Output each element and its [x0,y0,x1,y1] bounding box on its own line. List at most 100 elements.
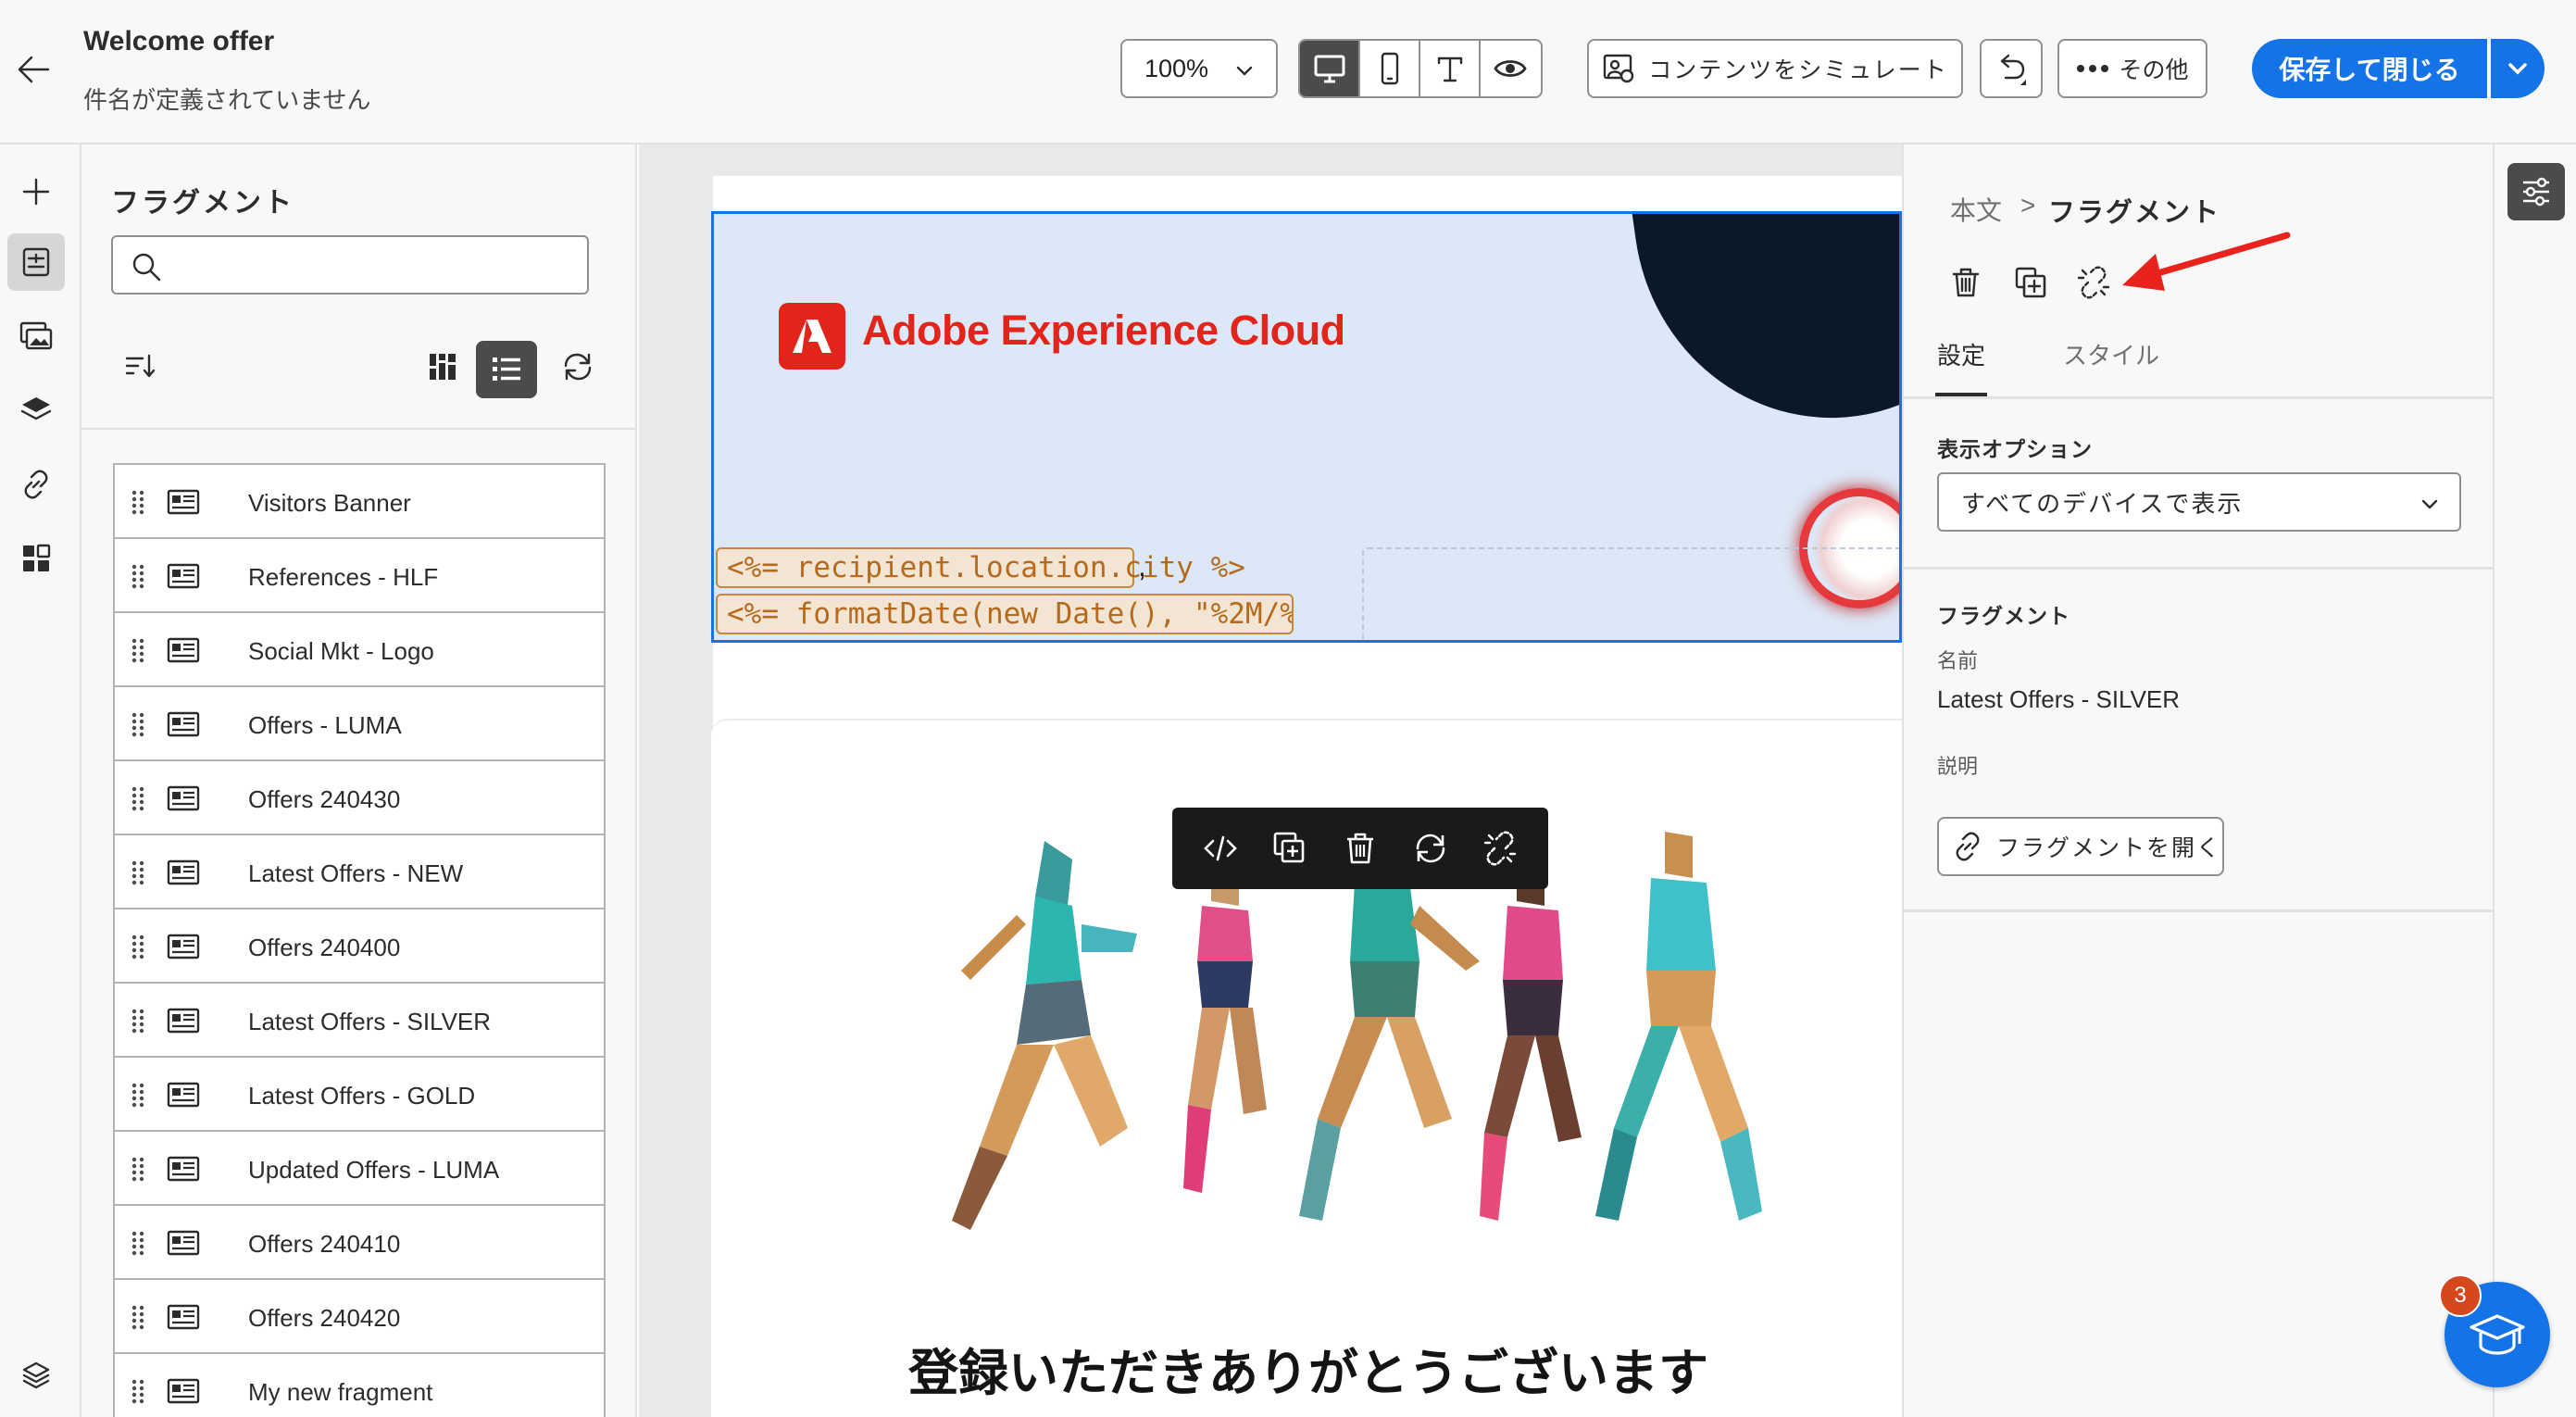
grid-view-button[interactable] [417,341,469,393]
text-view-button[interactable] [1420,41,1481,96]
fragment-icon [167,563,200,589]
drag-handle-icon[interactable] [131,785,144,811]
mobile-view-button[interactable] [1360,41,1420,96]
fragment-icon [167,1304,200,1330]
rail-bottom-button[interactable] [7,1347,65,1404]
runners-image [952,832,1762,1230]
drag-handle-icon[interactable] [131,637,144,663]
fragment-floating-toolbar [1172,808,1548,889]
preview-button[interactable] [1481,41,1541,96]
runner-5 [1595,832,1762,1221]
duplicate-icon[interactable] [1271,830,1308,867]
simulate-content-button[interactable]: コンテンツをシミュレート [1587,39,1963,98]
tab-settings[interactable]: 設定 [1937,337,1985,371]
page-title: Welcome offer [83,26,275,56]
unlink-fragment-button[interactable] [2070,259,2117,306]
save-options-button[interactable] [2491,39,2545,98]
fragment-list-item[interactable]: Updated Offers - LUMA [113,1130,606,1204]
drag-handle-icon[interactable] [131,563,144,589]
drag-handle-icon[interactable] [131,1230,144,1256]
fragments-panel-title: フラグメント [111,188,294,219]
display-options-select[interactable]: すべてのデバイスで表示 [1937,472,2461,532]
zoom-select[interactable]: 100% [1120,39,1278,98]
components-rail-button[interactable] [7,530,65,587]
drag-handle-icon[interactable] [131,1008,144,1034]
delete-icon[interactable] [1342,830,1379,867]
fragment-list-item[interactable]: Latest Offers - SILVER [113,982,606,1056]
top-header: Welcome offer 件名が定義されていません 100% コンテンツをシミ… [0,0,2576,144]
drag-handle-icon[interactable] [131,1378,144,1404]
fragment-list-item[interactable]: Offers - LUMA [113,685,606,759]
properties-panel: 本文 > フラグメント 設定 スタイル 表示オプション すべてのデバイスで表示 … [1902,144,2496,1417]
personalization-date[interactable]: <%= formatDate(new Date(), "%2M/%2D/... [716,594,1294,634]
decorative-dark-shape [1615,214,1899,444]
sort-button[interactable] [124,352,156,380]
fragment-icon [167,1230,200,1256]
settings-panel-button[interactable] [2507,163,2565,220]
runner-4 [1480,859,1582,1221]
back-arrow-icon[interactable] [13,48,56,91]
eye-icon [1494,60,1528,77]
sliders-icon [2523,177,2549,207]
runner-3 [1299,832,1480,1221]
refresh-icon[interactable] [1412,830,1449,867]
drag-handle-icon[interactable] [131,1156,144,1182]
fragment-list-item[interactable]: Latest Offers - GOLD [113,1056,606,1130]
more-button[interactable]: その他 [2057,39,2207,98]
desktop-view-button[interactable] [1300,41,1360,96]
duplicate-fragment-button[interactable] [2007,259,2054,306]
fragment-list-item[interactable]: Offers 240420 [113,1278,606,1352]
fragment-list-item[interactable]: References - HLF [113,537,606,611]
name-label: 名前 [1937,649,1979,672]
drag-handle-icon[interactable] [131,934,144,959]
tab-style[interactable]: スタイル [2063,337,2159,371]
fragment-icon [167,1156,200,1182]
selected-fragment-block[interactable]: Adobe Experience Cloud <%= recipient.loc… [711,211,1902,643]
fragment-item-label: Latest Offers - GOLD [248,1082,476,1110]
drag-handle-icon[interactable] [131,1082,144,1108]
description-label: 説明 [1937,755,1979,778]
brand-name: Adobe Experience Cloud [862,307,1345,354]
drag-handle-icon[interactable] [131,711,144,737]
assets-rail-button[interactable] [7,307,65,365]
personalization-city[interactable]: <%= recipient.location.city %> [716,547,1245,588]
breadcrumb-separator: > [2020,191,2036,219]
open-fragment-button[interactable]: フラグメントを開く [1937,817,2224,876]
fragments-rail-button[interactable] [7,233,65,291]
graduation-cap-icon [2470,1314,2525,1355]
fragment-list-item[interactable]: My new fragment [113,1352,606,1417]
breadcrumb-parent[interactable]: 本文 [1950,191,2002,228]
empty-column-placeholder[interactable] [1362,547,1899,640]
refresh-icon [564,353,592,381]
fragment-item-label: Offers 240400 [248,934,401,961]
undo-button[interactable] [1980,39,2043,98]
fragment-name-value: Latest Offers - SILVER [1937,685,2181,713]
delete-icon [1952,268,1980,297]
fragment-search-input[interactable] [111,235,589,295]
unlink-icon[interactable] [1482,830,1519,867]
fragment-list-item[interactable]: Offers 240400 [113,908,606,982]
fragment-list-item[interactable]: Offers 240410 [113,1204,606,1278]
fragment-item-label: Social Mkt - Logo [248,637,434,665]
comma-text: , [1138,549,1146,583]
drag-handle-icon[interactable] [131,1304,144,1330]
chevron-down-icon [1233,59,1256,82]
save-and-close-button[interactable]: 保存して閉じる [2252,39,2487,98]
drag-handle-icon[interactable] [131,859,144,885]
fragment-list-item[interactable]: Offers 240430 [113,759,606,834]
layers-rail-button[interactable] [7,382,65,439]
drag-handle-icon[interactable] [131,489,144,515]
components-icon [23,544,51,571]
mobile-icon [1381,52,1398,85]
fragment-list-item[interactable]: Social Mkt - Logo [113,611,606,685]
links-rail-button[interactable] [7,456,65,513]
fragment-list-item[interactable]: Latest Offers - NEW [113,834,606,908]
add-component-button[interactable] [7,163,65,220]
code-icon[interactable] [1202,830,1239,867]
tabs-divider [1904,396,2496,399]
fragment-list-item[interactable]: Visitors Banner [113,463,606,537]
link-icon [1956,832,1980,861]
refresh-button[interactable] [552,341,604,393]
list-view-button[interactable] [476,341,537,398]
delete-fragment-button[interactable] [1943,259,1989,306]
